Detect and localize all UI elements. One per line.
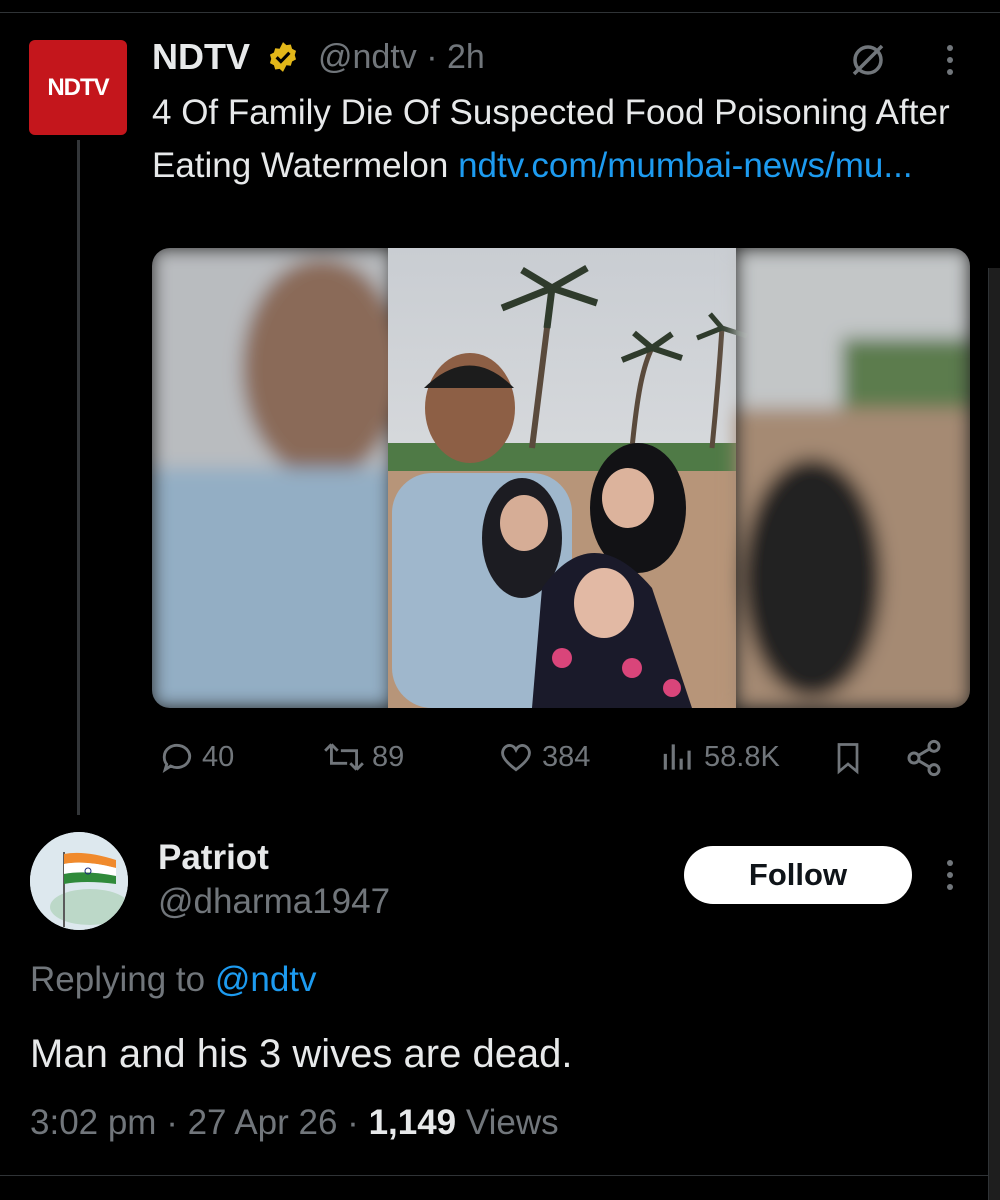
scrollbar[interactable] bbox=[988, 268, 1000, 1200]
reply-views-count: 1,149 bbox=[368, 1103, 457, 1142]
grok-icon[interactable] bbox=[848, 40, 888, 80]
reply-author-name[interactable]: Patriot bbox=[158, 838, 269, 878]
follow-button[interactable]: Follow bbox=[684, 846, 912, 904]
reply-button[interactable]: 40 bbox=[158, 738, 234, 776]
reply-footer-meta: 3:02 pm · 27 Apr 26 · 1,149 Views bbox=[30, 1103, 559, 1143]
reply-count: 40 bbox=[202, 740, 235, 773]
ndtv-logo-text: NDTV bbox=[47, 73, 109, 101]
author-handle[interactable]: @ndtv bbox=[318, 38, 417, 76]
footer-separator-2: · bbox=[347, 1103, 359, 1142]
photo-illustration bbox=[152, 248, 970, 708]
footer-separator-1: · bbox=[166, 1103, 178, 1142]
bottom-divider bbox=[0, 1175, 1000, 1176]
retweet-count: 89 bbox=[372, 740, 405, 773]
reply-views-label: Views bbox=[465, 1103, 559, 1142]
flag-avatar-image bbox=[30, 832, 128, 930]
author-name[interactable]: NDTV bbox=[152, 36, 250, 78]
top-divider bbox=[0, 0, 1000, 13]
bookmark-icon bbox=[837, 743, 859, 775]
views-button[interactable]: 58.8K bbox=[658, 738, 780, 776]
thread-connector-line bbox=[77, 140, 80, 815]
more-icon[interactable] bbox=[940, 40, 960, 80]
reply-time[interactable]: 3:02 pm bbox=[30, 1103, 156, 1142]
tweet-meta: @ndtv · 2h bbox=[318, 38, 485, 77]
views-count: 58.8K bbox=[704, 740, 780, 773]
tweet-actions: 40 89 384 58.8K bbox=[152, 730, 952, 790]
share-button[interactable] bbox=[904, 738, 950, 778]
replying-to: Replying to @ndtv bbox=[30, 960, 317, 1000]
replying-prefix: Replying to bbox=[30, 960, 206, 999]
tweet-link[interactable]: ndtv.com/mumbai-news/mu... bbox=[458, 146, 913, 185]
tweet-time[interactable]: 2h bbox=[447, 38, 485, 76]
reply-more-icon[interactable] bbox=[940, 855, 960, 895]
meta-separator: · bbox=[426, 38, 438, 76]
bookmark-button[interactable] bbox=[830, 738, 872, 778]
reply-icon bbox=[162, 743, 192, 773]
like-button[interactable]: 384 bbox=[496, 738, 590, 776]
tweet-media-image[interactable] bbox=[152, 248, 970, 708]
views-icon bbox=[663, 744, 691, 770]
reply-date[interactable]: 27 Apr 26 bbox=[188, 1103, 338, 1142]
share-icon bbox=[907, 739, 941, 777]
like-icon bbox=[501, 744, 531, 772]
flag-avatar[interactable] bbox=[30, 832, 128, 930]
retweet-icon bbox=[324, 743, 364, 771]
ndtv-avatar[interactable]: NDTV bbox=[29, 40, 127, 135]
tweet-text: 4 Of Family Die Of Suspected Food Poison… bbox=[152, 86, 972, 192]
replying-to-handle[interactable]: @ndtv bbox=[215, 960, 317, 999]
verified-badge-icon bbox=[269, 42, 297, 72]
like-count: 384 bbox=[542, 740, 591, 773]
retweet-button[interactable]: 89 bbox=[322, 738, 404, 776]
reply-text: Man and his 3 wives are dead. bbox=[30, 1032, 573, 1076]
reply-author-handle[interactable]: @dharma1947 bbox=[158, 882, 390, 922]
